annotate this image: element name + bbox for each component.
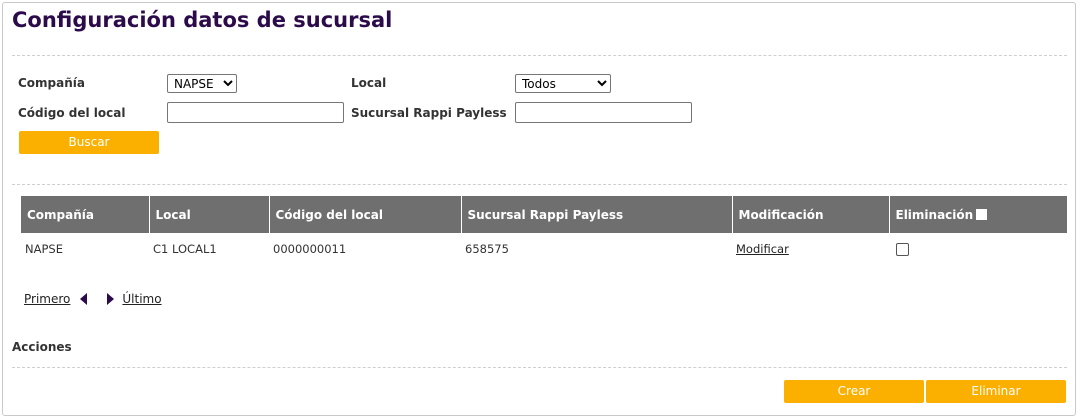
cell-local: C1 LOCAL1: [153, 242, 217, 256]
select-all-checkbox[interactable]: [976, 208, 988, 220]
col-header-rappi: Sucursal Rappi Payless: [461, 196, 733, 233]
company-select[interactable]: NAPSE: [167, 74, 237, 93]
company-label: Compañía: [18, 76, 85, 90]
divider: [12, 55, 1067, 56]
modify-link[interactable]: Modificar: [736, 242, 789, 256]
col-header-company: Compañía: [21, 196, 150, 233]
search-button[interactable]: Buscar: [19, 131, 159, 154]
table-header-row: Compañía Local Código del local Sucursal…: [21, 196, 1067, 233]
pager: Primero Último: [24, 292, 162, 306]
local-select[interactable]: Todos: [515, 74, 611, 93]
divider: [12, 367, 1067, 368]
create-button[interactable]: Crear: [784, 380, 924, 403]
last-page-link[interactable]: Último: [122, 292, 161, 306]
first-page-link[interactable]: Primero: [24, 292, 70, 306]
divider: [12, 184, 1067, 185]
col-header-local: Local: [149, 196, 270, 233]
col-header-delete: Eliminación: [889, 196, 1067, 233]
col-header-modify: Modificación: [732, 196, 890, 233]
code-label: Código del local: [18, 106, 126, 120]
col-header-code: Código del local: [269, 196, 462, 233]
next-arrow-icon[interactable]: [107, 293, 115, 305]
cell-delete: [889, 233, 1067, 265]
cell-rappi: 658575: [465, 242, 509, 256]
rappi-label: Sucursal Rappi Payless: [351, 106, 507, 120]
row-delete-checkbox[interactable]: [896, 243, 909, 256]
cell-modify: Modificar: [732, 233, 889, 265]
table-row: NAPSE C1 LOCAL1 0000000011 658575 Modifi…: [21, 233, 1067, 265]
cell-code: 0000000011: [273, 242, 347, 256]
col-header-delete-label: Eliminación: [895, 207, 974, 222]
local-label: Local: [351, 76, 387, 90]
cell-company: NAPSE: [25, 242, 63, 256]
actions-title: Acciones: [12, 340, 72, 354]
previous-arrow-icon[interactable]: [80, 293, 88, 305]
results-table: Compañía Local Código del local Sucursal…: [21, 196, 1067, 265]
delete-button[interactable]: Eliminar: [926, 380, 1066, 403]
code-input[interactable]: [167, 102, 344, 123]
rappi-input[interactable]: [515, 102, 692, 123]
page-title: Configuración datos de sucursal: [12, 8, 393, 32]
